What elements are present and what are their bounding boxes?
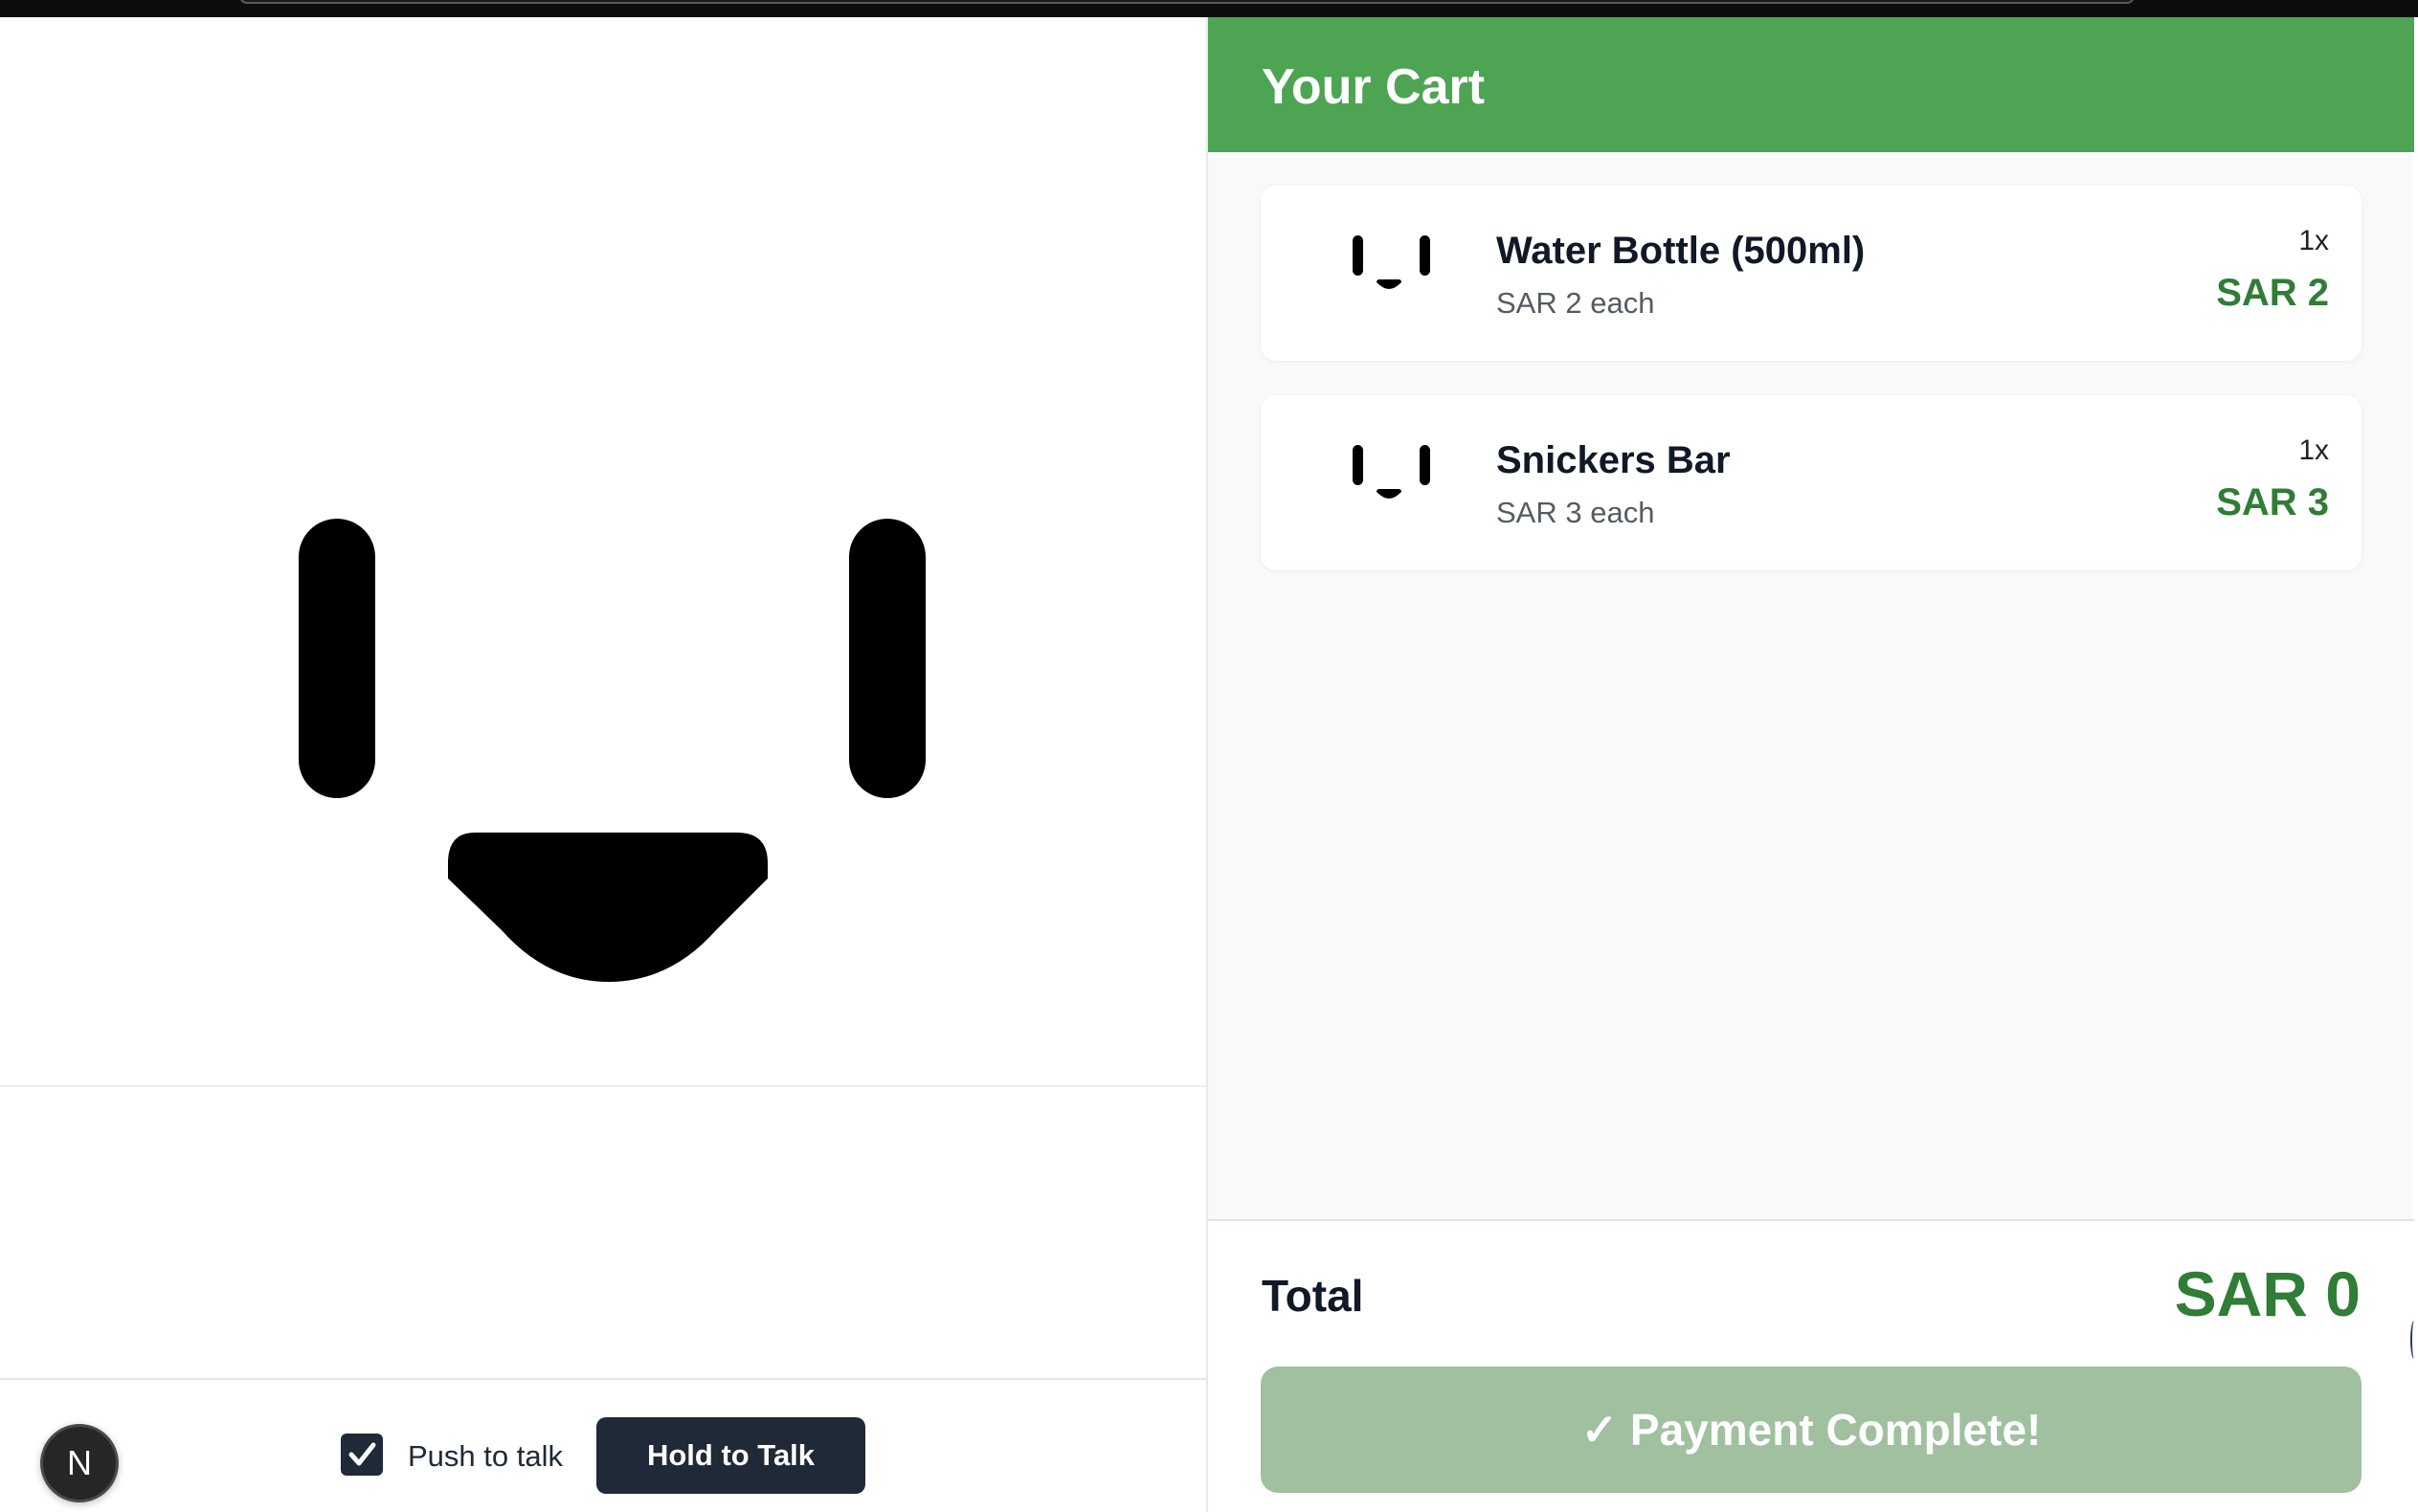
avatar[interactable]: N: [40, 1424, 119, 1502]
cart-panel: Your Cart Water Bottle (500ml) SAR 2 eac…: [1206, 17, 2414, 1512]
cart-item-line-total: SAR 2: [2216, 272, 2329, 314]
browser-top-bar: [0, 0, 2418, 17]
voice-controls-bar: N Push to talk Hold to Talk: [0, 1378, 1206, 1512]
assistant-pane: N Push to talk Hold to Talk: [0, 17, 1206, 1512]
cart-item-name: Water Bottle (500ml): [1496, 230, 1866, 272]
payment-complete-button[interactable]: ✓ Payment Complete!: [1261, 1367, 2362, 1493]
hold-to-talk-button[interactable]: Hold to Talk: [596, 1417, 865, 1494]
cart-item-unit-price: SAR 3 each: [1496, 496, 1655, 529]
cart-footer: Total SAR 0 ✓ Payment Complete!: [1208, 1219, 2414, 1512]
assistant-face: [299, 519, 926, 982]
cart-header: Your Cart: [1208, 17, 2414, 152]
cart-item-line-total: SAR 3: [2216, 481, 2329, 523]
push-to-talk-checkbox[interactable]: [341, 1434, 383, 1476]
cart-item-unit-price: SAR 2 each: [1496, 286, 1655, 320]
checkmark-icon: [348, 1442, 376, 1466]
cart-item-name: Snickers Bar: [1496, 439, 1731, 481]
face-right-eye: [849, 519, 926, 798]
assistant-face-area: [0, 17, 1206, 1087]
window-edge-marker: [2410, 1321, 2418, 1359]
cart-item[interactable]: Snickers Bar SAR 3 each 1x SAR 3: [1261, 395, 2362, 570]
cart-item[interactable]: Water Bottle (500ml) SAR 2 each 1x SAR 2: [1261, 186, 2362, 361]
browser-url-bar[interactable]: [239, 0, 2135, 4]
total-label: Total: [1262, 1271, 1364, 1321]
face-mouth: [448, 833, 768, 982]
push-to-talk-label[interactable]: Push to talk: [408, 1435, 563, 1478]
total-value: SAR 0: [2174, 1258, 2361, 1329]
product-face-icon: [1353, 445, 1430, 499]
cart-title: Your Cart: [1262, 59, 1486, 115]
cart-item-quantity: 1x: [2298, 434, 2329, 466]
avatar-initial: N: [67, 1443, 92, 1482]
cart-item-quantity: 1x: [2298, 225, 2329, 256]
face-left-eye: [299, 519, 375, 798]
product-face-icon: [1353, 235, 1430, 289]
